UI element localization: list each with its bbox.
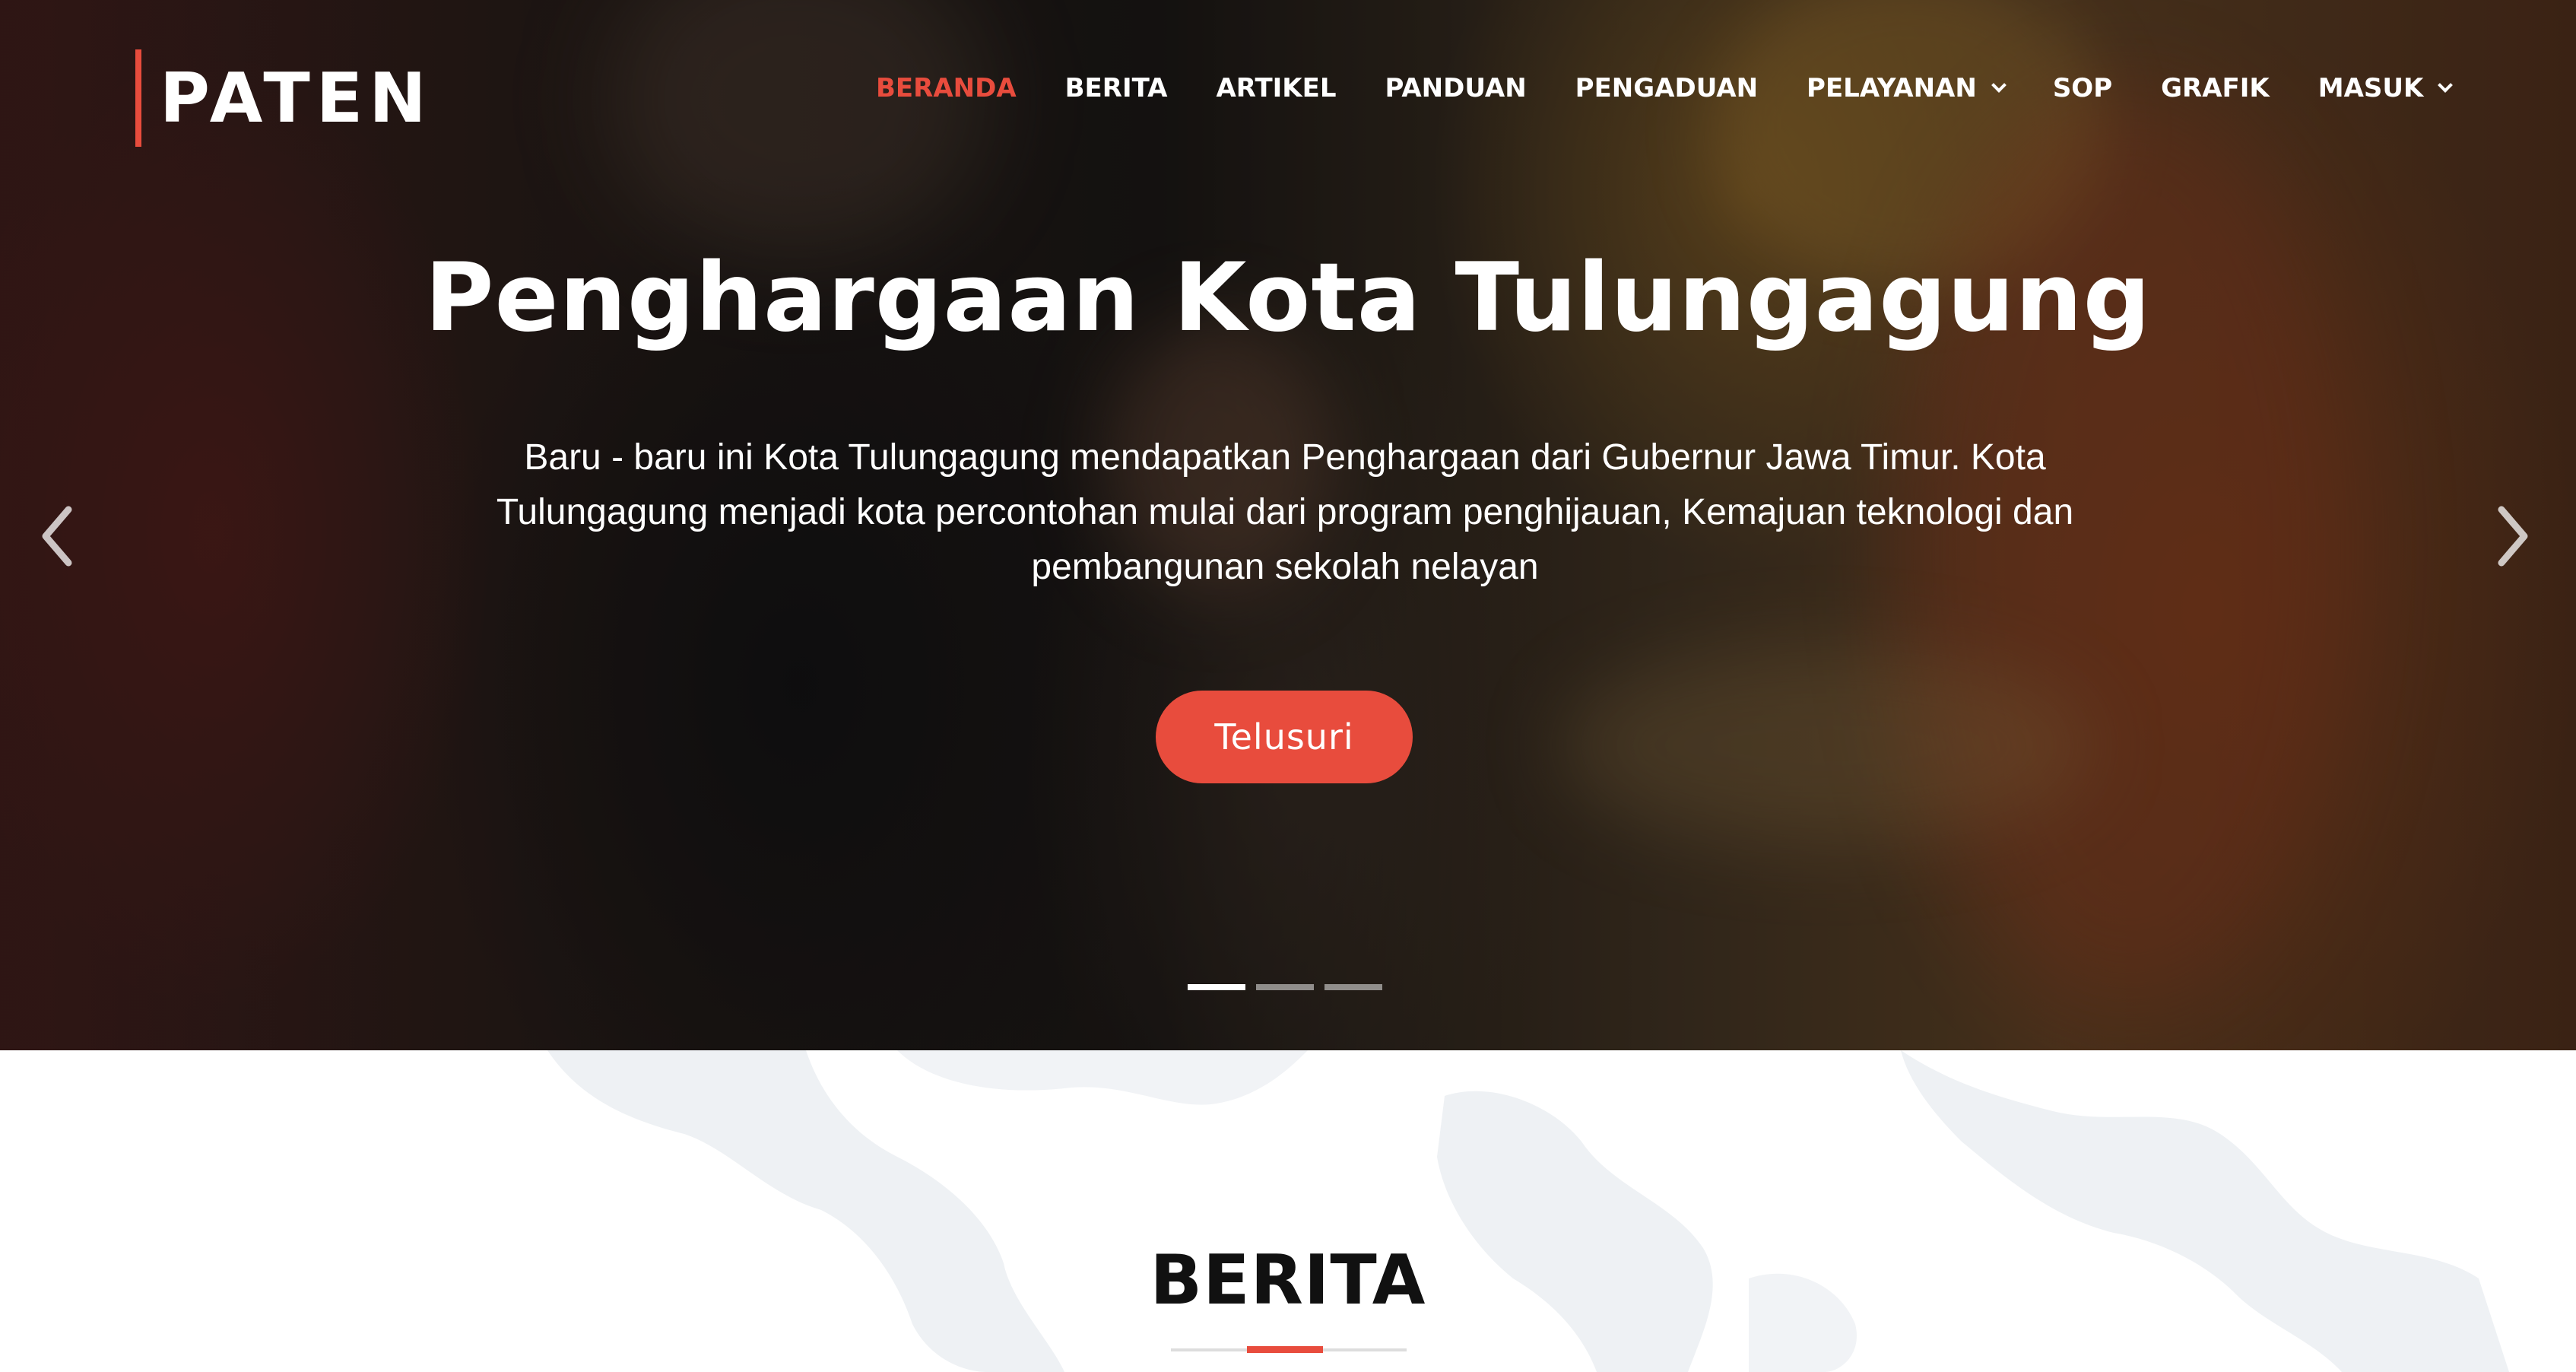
- site-logo[interactable]: PATEN: [135, 49, 433, 148]
- hero-description: Baru - baru ini Kota Tulungagung mendapa…: [496, 437, 2074, 587]
- carousel-indicator[interactable]: [1188, 984, 1245, 990]
- nav-item-pengaduan[interactable]: PENGADUAN: [1575, 73, 1758, 103]
- nav-item-label: PANDUAN: [1385, 73, 1527, 103]
- nav-item-label: ARTIKEL: [1216, 73, 1337, 103]
- section-title: BERITA: [1150, 1240, 1426, 1320]
- carousel-indicator[interactable]: [1256, 984, 1314, 990]
- chevron-left-icon[interactable]: [35, 502, 81, 570]
- nav-item-grafik[interactable]: GRAFIK: [2161, 73, 2270, 103]
- nav-item-label: BERITA: [1064, 73, 1168, 103]
- nav-item-beranda[interactable]: BERANDA: [876, 73, 1017, 103]
- logo-text: PATEN: [160, 58, 433, 138]
- nav-item-label: MASUK: [2317, 73, 2424, 103]
- logo-accent-bar: [135, 49, 141, 147]
- nav-item-sop[interactable]: SOP: [2053, 73, 2112, 103]
- nav-item-panduan[interactable]: PANDUAN: [1385, 73, 1527, 103]
- main-nav: BERANDA BERITA ARTIKEL PANDUAN PENGADUAN…: [876, 73, 2499, 103]
- chevron-down-icon: [2438, 78, 2454, 93]
- title-divider-accent: [1247, 1346, 1323, 1353]
- hero-carousel: PATEN BERANDA BERITA ARTIKEL PANDUAN PEN…: [0, 0, 2576, 1050]
- nav-item-label: BERANDA: [876, 73, 1017, 103]
- berita-section: BERITA: [0, 1050, 2576, 1372]
- nav-item-label: PELAYANAN: [1807, 73, 1977, 103]
- chevron-right-icon[interactable]: [2489, 502, 2535, 570]
- carousel-indicator[interactable]: [1324, 984, 1382, 990]
- nav-item-berita[interactable]: BERITA: [1065, 73, 1168, 103]
- nav-item-masuk[interactable]: MASUK: [2317, 73, 2454, 103]
- nav-item-artikel[interactable]: ARTIKEL: [1216, 73, 1336, 103]
- carousel-indicators: [1188, 984, 1393, 990]
- nav-item-label: PENGADUAN: [1575, 73, 1759, 103]
- explore-button[interactable]: Telusuri: [1156, 691, 1413, 783]
- nav-item-label: SOP: [2052, 73, 2113, 103]
- chevron-down-icon: [1991, 78, 2007, 93]
- hero-title: Penghargaan Kota Tulungagung: [424, 243, 2152, 353]
- world-map-background: [547, 1050, 2509, 1372]
- nav-item-pelayanan[interactable]: PELAYANAN: [1807, 73, 2007, 103]
- nav-item-label: GRAFIK: [2161, 73, 2270, 103]
